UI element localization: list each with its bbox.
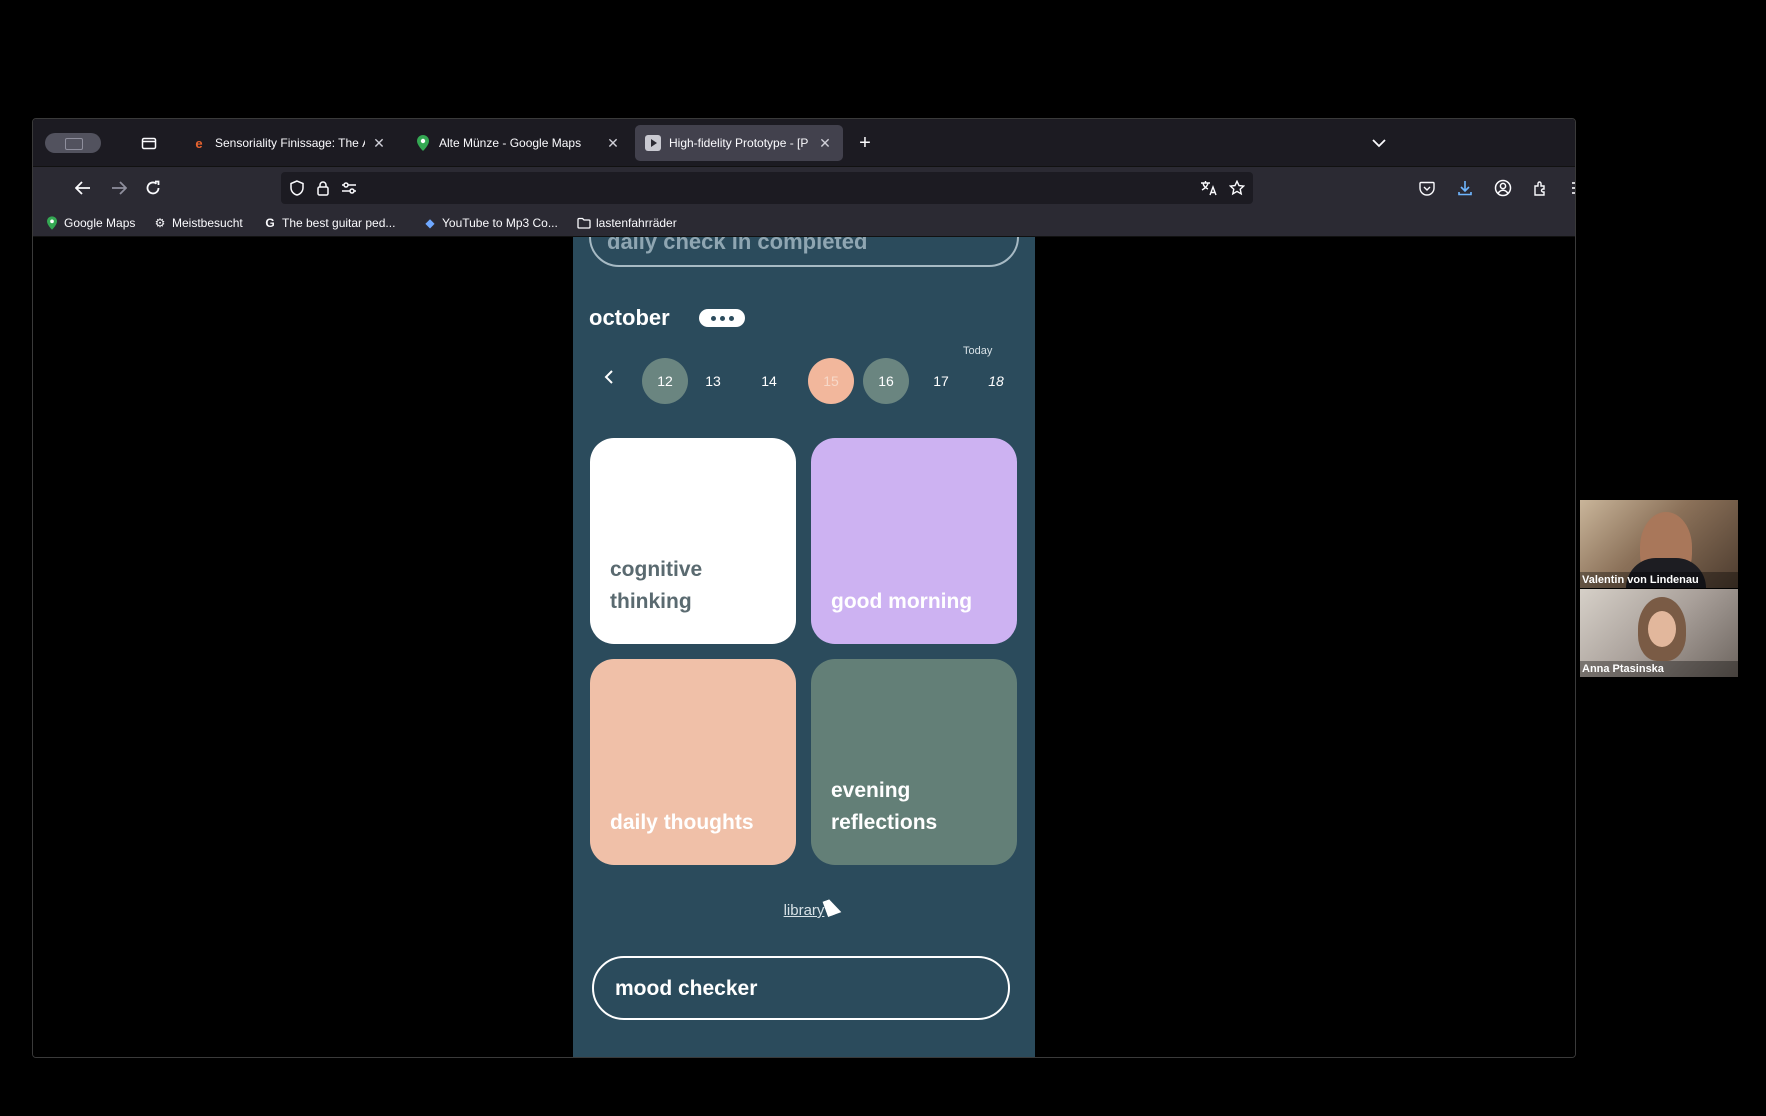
- tab-google-maps[interactable]: Alte Münze - Google Maps ✕: [405, 125, 631, 161]
- map-pin-icon: [415, 135, 431, 151]
- card-label: good morning: [831, 590, 973, 613]
- calendar-day[interactable]: 18: [973, 358, 1019, 404]
- e-icon: e: [195, 135, 203, 151]
- card-good-morning[interactable]: good morning: [811, 438, 1017, 644]
- participant-name: Valentin von Lindenau: [1580, 572, 1738, 588]
- pocket-icon[interactable]: [1415, 176, 1439, 200]
- play-icon: [645, 135, 661, 151]
- chevron-down-icon[interactable]: [1367, 131, 1391, 155]
- lock-icon[interactable]: [313, 178, 333, 198]
- reload-icon[interactable]: [141, 176, 165, 200]
- screen: e Sensoriality Finissage: The Ága ✕ Alte…: [0, 0, 1766, 1116]
- forward-arrow-icon[interactable]: [107, 176, 131, 200]
- download-icon[interactable]: [1453, 176, 1477, 200]
- navigation-bar: [33, 167, 1575, 209]
- bookmark-google-maps[interactable]: Google Maps: [45, 215, 135, 231]
- calendar-day[interactable]: 16: [863, 358, 909, 404]
- daily-check-in-banner[interactable]: daily check in completed: [589, 237, 1019, 267]
- url-bar[interactable]: [281, 172, 1253, 204]
- calendar-day[interactable]: 13: [690, 358, 736, 404]
- chevron-left-icon[interactable]: [599, 365, 619, 389]
- bookmark-label: Meistbesucht: [172, 216, 243, 230]
- calendar-day-today[interactable]: 15: [808, 358, 854, 404]
- bookmark-star-icon[interactable]: [1227, 178, 1247, 198]
- dot-icon: [710, 315, 716, 321]
- close-icon[interactable]: ✕: [371, 135, 387, 152]
- card-daily-thoughts[interactable]: daily thoughts: [590, 659, 796, 865]
- banner-text: daily check in completed: [607, 237, 868, 254]
- card-label: evening reflections: [831, 779, 938, 834]
- participant-video-icon: [1638, 597, 1686, 661]
- menu-icon[interactable]: [1567, 176, 1575, 200]
- card-label: cognitive thinking: [610, 558, 703, 613]
- card-evening-reflections[interactable]: evening reflections: [811, 659, 1017, 865]
- today-label: Today: [963, 345, 993, 357]
- bookmark-label: Google Maps: [64, 216, 136, 230]
- tab-groups-icon[interactable]: [137, 131, 161, 155]
- page-viewport: daily check in completed october Today 1…: [33, 237, 1575, 1057]
- mood-checker-button[interactable]: mood checker: [592, 956, 1010, 1020]
- bookmark-label: lastenfahrräder: [596, 216, 677, 230]
- new-tab-button[interactable]: +: [853, 131, 877, 155]
- library-link[interactable]: library: [573, 902, 1035, 919]
- translate-icon[interactable]: [1199, 178, 1219, 198]
- video-tile[interactable]: Anna Ptasinska: [1580, 589, 1738, 677]
- tab-sensoriality[interactable]: e Sensoriality Finissage: The Ága ✕: [181, 125, 397, 161]
- gear-icon: ⚙: [154, 216, 166, 230]
- map-pin-icon: [45, 216, 59, 230]
- back-arrow-icon[interactable]: [71, 176, 95, 200]
- diamond-icon: ◆: [425, 216, 435, 230]
- calendar-day[interactable]: 14: [746, 358, 792, 404]
- bookmark-label: The best guitar ped...: [282, 216, 396, 230]
- dot-icon: [719, 315, 725, 321]
- bookmark-label: YouTube to Mp3 Co...: [442, 216, 558, 230]
- tab-label: Alte Münze - Google Maps: [439, 136, 582, 150]
- folder-icon: [577, 216, 591, 230]
- close-icon[interactable]: ✕: [605, 135, 621, 152]
- calendar-day[interactable]: 12: [642, 358, 688, 404]
- permissions-icon[interactable]: [339, 178, 359, 198]
- tab-bar: e Sensoriality Finissage: The Ága ✕ Alte…: [33, 119, 1575, 167]
- extensions-icon[interactable]: [1529, 176, 1553, 200]
- more-options-button[interactable]: [699, 309, 745, 327]
- prototype-app: daily check in completed october Today 1…: [573, 237, 1035, 1057]
- mood-checker-label: mood checker: [615, 977, 758, 1000]
- tab-label: Sensoriality Finissage: The Ága: [215, 136, 365, 150]
- close-icon[interactable]: ✕: [817, 135, 833, 152]
- sidebar-toggle-button[interactable]: [45, 133, 101, 153]
- bookmarks-bar: Google Maps ⚙ Meistbesucht G The best gu…: [33, 209, 1575, 237]
- calendar-day[interactable]: 17: [918, 358, 964, 404]
- participant-name: Anna Ptasinska: [1580, 661, 1738, 677]
- account-icon[interactable]: [1491, 176, 1515, 200]
- tab-prototype[interactable]: High-fidelity Prototype - [P ✕: [635, 125, 843, 161]
- month-title: october: [589, 305, 670, 330]
- browser-window: e Sensoriality Finissage: The Ága ✕ Alte…: [32, 118, 1576, 1058]
- dot-icon: [728, 315, 734, 321]
- g-icon: G: [265, 216, 275, 230]
- card-cognitive-thinking[interactable]: cognitive thinking: [590, 438, 796, 644]
- bookmark-meistbesucht[interactable]: ⚙ Meistbesucht: [153, 215, 243, 231]
- video-tile[interactable]: Valentin von Lindenau: [1580, 500, 1738, 588]
- card-label: daily thoughts: [610, 811, 754, 834]
- tab-label: High-fidelity Prototype - [P: [669, 136, 809, 150]
- bookmark-guitar-pedals[interactable]: G The best guitar ped...: [263, 215, 395, 231]
- shield-icon[interactable]: [287, 178, 307, 198]
- bookmark-folder-lastenfahrraeder[interactable]: lastenfahrräder: [577, 215, 677, 231]
- bookmark-youtube-mp3[interactable]: ◆ YouTube to Mp3 Co...: [423, 215, 558, 231]
